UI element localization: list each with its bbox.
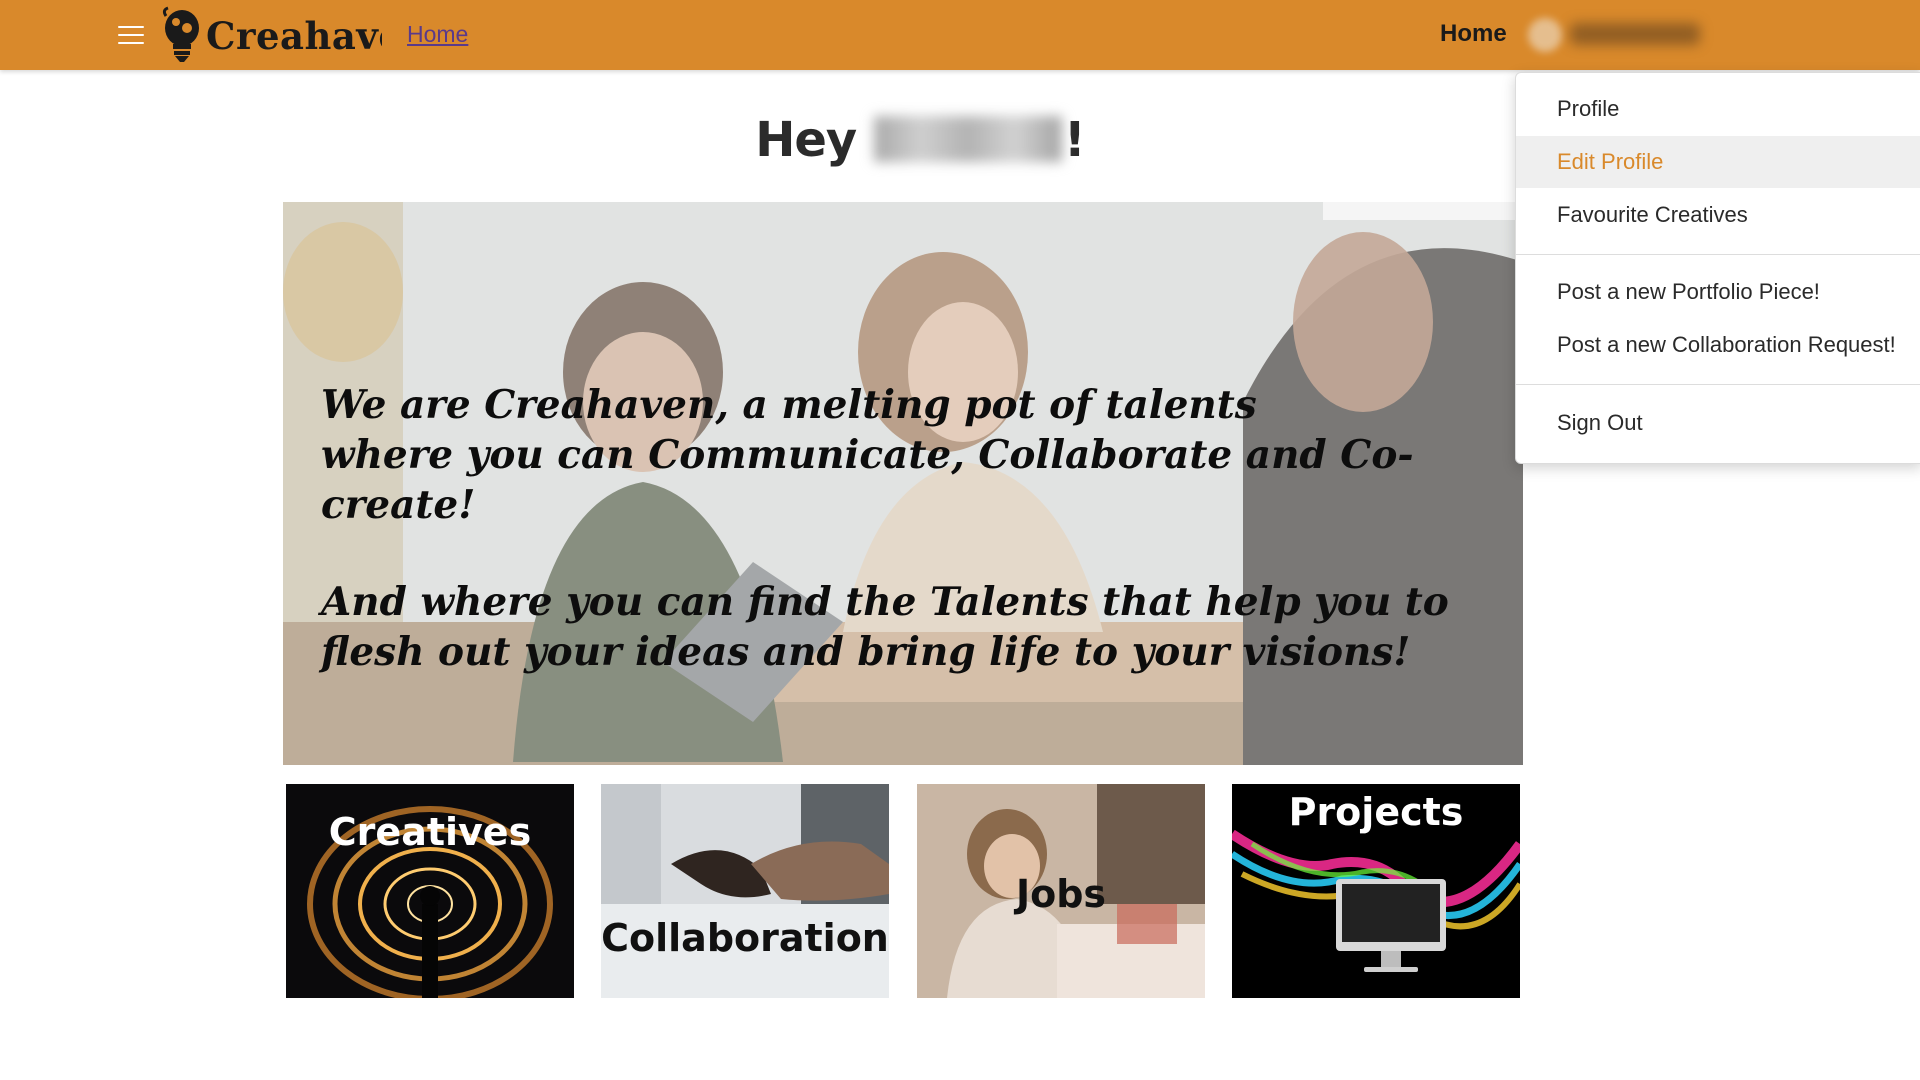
tile-collaboration[interactable]: Collaboration: [601, 784, 889, 998]
menu-item-sign-out[interactable]: Sign Out: [1516, 397, 1920, 449]
nav-home-link[interactable]: Home: [407, 21, 468, 48]
greeting-suffix: !: [1063, 112, 1086, 168]
tile-jobs[interactable]: Jobs: [917, 784, 1205, 998]
brand-name[interactable]: Creahaven: [206, 14, 382, 58]
nav-home-right[interactable]: Home: [1440, 20, 1507, 48]
hero-line-3: And where you can find the Talents that …: [321, 579, 1449, 625]
tile-projects-label: Projects: [1288, 790, 1464, 834]
hamburger-menu-icon[interactable]: [118, 22, 144, 44]
menu-item-favourite-creatives[interactable]: Favourite Creatives: [1516, 189, 1920, 241]
user-avatar-icon[interactable]: [1528, 18, 1562, 52]
menu-item-profile[interactable]: Profile: [1516, 83, 1920, 135]
collaboration-image: [601, 784, 889, 998]
hero-line-1: We are Creahaven, a melting pot of talen…: [321, 382, 1257, 428]
hero-line-2: where you can Communicate, Collaborate a…: [321, 432, 1414, 528]
hero-tagline: We are Creahaven, a melting pot of talen…: [321, 380, 1511, 724]
menu-divider: [1516, 254, 1920, 255]
user-menu-toggle[interactable]: [1570, 23, 1700, 45]
user-dropdown-menu: Profile Edit Profile Favourite Creatives…: [1515, 72, 1920, 464]
redacted-user-name: [873, 116, 1062, 162]
greeting-prefix: Hey: [755, 112, 857, 168]
tile-jobs-label: Jobs: [1015, 872, 1107, 916]
menu-divider: [1516, 384, 1920, 385]
menu-item-post-portfolio[interactable]: Post a new Portfolio Piece!: [1516, 266, 1920, 318]
tile-creatives-label: Creatives: [328, 810, 532, 854]
tile-projects[interactable]: Projects: [1232, 784, 1520, 998]
tile-creatives[interactable]: Creatives: [286, 784, 574, 998]
top-navbar: Creahaven Home Home: [0, 0, 1920, 70]
tile-collaboration-label: Collaboration: [601, 916, 889, 960]
hero-line-4: flesh out your ideas and bring life to y…: [321, 629, 1411, 675]
hero-banner: We are Creahaven, a melting pot of talen…: [283, 202, 1523, 765]
menu-item-edit-profile[interactable]: Edit Profile: [1516, 136, 1920, 188]
menu-item-post-collaboration[interactable]: Post a new Collaboration Request!: [1516, 319, 1920, 371]
lightbulb-logo-icon[interactable]: [160, 6, 206, 64]
